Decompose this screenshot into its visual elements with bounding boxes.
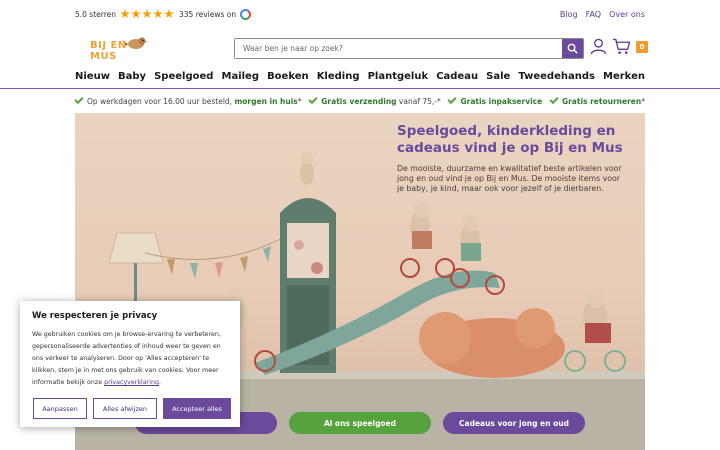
google-icon [240, 8, 252, 20]
usp-bold: morgen in huis [234, 96, 298, 106]
usp-returns: Gratis retourneren* [549, 94, 645, 106]
star-icon [164, 9, 174, 19]
faq-link[interactable]: FAQ [586, 10, 602, 19]
cookie-suffix: . [158, 379, 161, 386]
usp-bold: Gratis inpakservice [460, 96, 543, 106]
usp-giftwrap: Gratis inpakservice [447, 94, 543, 106]
usp-bold: Gratis verzending [321, 96, 397, 106]
top-bar: 5.0 sterren 335 reviews on Blog FAQ Over… [75, 0, 645, 28]
star-icon [120, 9, 130, 19]
usp-suffix: * [641, 96, 645, 106]
search-button[interactable] [562, 39, 583, 58]
cart-icon[interactable] [612, 38, 631, 55]
nav-item-cadeau[interactable]: Cadeau [436, 71, 478, 82]
nav-item-baby[interactable]: Baby [118, 71, 146, 82]
check-icon [549, 94, 559, 105]
usp-shipping: Gratis verzending vanaf 75,-* [308, 94, 441, 106]
usp-text: Op werkdagen voor 16.00 uur besteld, [87, 96, 235, 106]
star-icon [131, 9, 141, 19]
star-icon [142, 9, 152, 19]
main-nav: Nieuw Baby Speelgoed Maileg Boeken Kledi… [75, 66, 645, 86]
nav-item-merken[interactable]: Merken [603, 71, 645, 82]
nav-item-kleding[interactable]: Kleding [317, 71, 360, 82]
top-links: Blog FAQ Over ons [560, 10, 645, 19]
header-icons: 0 [590, 38, 648, 55]
nav-divider [0, 88, 720, 89]
check-icon [74, 94, 84, 105]
customize-button[interactable]: Aanpassen [33, 398, 87, 419]
all-toys-button[interactable]: Al ons speelgoed [289, 412, 431, 434]
rating-summary[interactable]: 5.0 sterren 335 reviews on [75, 8, 252, 20]
nav-item-maileg[interactable]: Maileg [222, 71, 260, 82]
site-logo[interactable]: BIJ EN MUS [86, 36, 156, 62]
usp-bold: Gratis retourneren [561, 96, 642, 106]
search-icon [567, 43, 578, 54]
cookie-banner: We respecteren je privacy We gebruiken c… [20, 301, 240, 427]
page: 5.0 sterren 335 reviews on Blog FAQ Over… [0, 0, 720, 450]
gifts-button[interactable]: Cadeaus voor jong en oud [443, 412, 585, 434]
nav-item-speelgoed[interactable]: Speelgoed [154, 71, 213, 82]
nav-item-boeken[interactable]: Boeken [267, 71, 309, 82]
accept-all-button[interactable]: Accepteer alles [163, 398, 231, 419]
search-bar [234, 38, 584, 59]
logo-text: BIJ EN MUS [90, 40, 127, 62]
account-icon[interactable] [590, 38, 607, 55]
nav-item-plantgeluk[interactable]: Plantgeluk [368, 71, 429, 82]
nav-item-nieuw[interactable]: Nieuw [75, 71, 110, 82]
privacy-link[interactable]: privacyverklaring [104, 379, 159, 386]
cart-count-badge[interactable]: 0 [636, 40, 648, 53]
rating-stars [120, 9, 175, 19]
cookie-buttons: Aanpassen Alles afwijzen Accepteer alles [33, 398, 231, 419]
search-input[interactable] [235, 39, 562, 58]
usp-suffix: vanaf 75,-* [396, 96, 441, 106]
blog-link[interactable]: Blog [560, 10, 578, 19]
check-icon [447, 94, 458, 105]
nav-item-tweedehands[interactable]: Tweedehands [518, 71, 595, 82]
nav-item-sale[interactable]: Sale [486, 71, 510, 82]
cookie-text: We gebruiken cookies om je browse-ervari… [32, 329, 228, 389]
cookie-title: We respecteren je privacy [32, 311, 158, 321]
star-icon [153, 9, 163, 19]
cookie-body: We gebruiken cookies om je browse-ervari… [32, 331, 221, 386]
reject-all-button[interactable]: Alles afwijzen [93, 398, 157, 419]
usp-suffix: * [297, 96, 302, 106]
usp-bar: Op werkdagen voor 16.00 uur besteld, mor… [74, 94, 645, 108]
check-icon [308, 94, 318, 105]
rating-score: 5.0 sterren [75, 9, 117, 19]
usp-delivery: Op werkdagen voor 16.00 uur besteld, mor… [74, 94, 302, 106]
hero-text: De mooiste, duurzame en kwalitatief best… [397, 164, 622, 193]
about-link[interactable]: Over ons [609, 10, 645, 19]
hero-title: Speelgoed, kinderkleding en cadeaus vind… [397, 123, 623, 156]
review-count: 335 reviews on [179, 9, 237, 19]
